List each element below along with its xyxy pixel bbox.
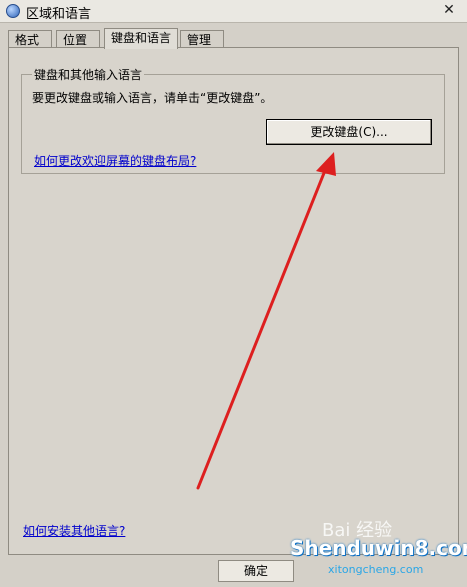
window-title: 区域和语言 [26, 7, 92, 22]
install-languages-link[interactable]: 如何安装其他语言? [23, 522, 125, 539]
close-button[interactable]: ✕ [441, 2, 457, 18]
change-keyboard-button[interactable]: 更改键盘(C)... [266, 119, 432, 145]
site-watermark: Shenduwin8.com [290, 536, 467, 560]
welcome-screen-layout-link[interactable]: 如何更改欢迎屏幕的键盘布局? [34, 152, 196, 169]
group-title: 键盘和其他输入语言 [32, 66, 145, 83]
globe-icon [6, 4, 20, 18]
tab-administrative[interactable]: 管理 [180, 30, 224, 48]
ok-button[interactable]: 确定 [218, 560, 294, 582]
group-description: 要更改键盘或输入语言，请单击“更改键盘”。 [32, 91, 273, 105]
keyboard-groupbox: 键盘和其他输入语言 要更改键盘或输入语言，请单击“更改键盘”。 更改键盘(C).… [21, 66, 445, 174]
tab-location[interactable]: 位置 [56, 30, 100, 48]
tab-keyboards-languages[interactable]: 键盘和语言 [104, 28, 178, 49]
domain-watermark: xitongcheng.com [328, 563, 424, 576]
tab-format[interactable]: 格式 [8, 30, 52, 48]
tab-panel: 键盘和其他输入语言 要更改键盘或输入语言，请单击“更改键盘”。 更改键盘(C).… [8, 47, 459, 555]
title-bar: 区域和语言 ✕ [0, 0, 467, 23]
